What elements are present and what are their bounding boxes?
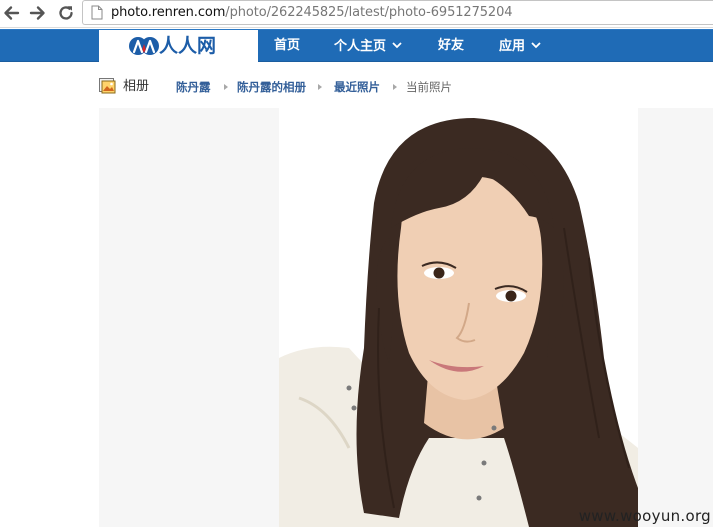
site-header: 人人网 首页 个人主页 好友 应用 — [0, 29, 713, 62]
page-icon — [91, 5, 103, 24]
watermark: www.wooyun.org — [578, 507, 711, 525]
nav-apps[interactable]: 应用 — [499, 30, 541, 62]
nav-home-label: 首页 — [274, 38, 301, 53]
photo-image[interactable] — [279, 108, 638, 527]
back-arrow-icon[interactable] — [0, 2, 22, 24]
breadcrumb-separator-icon — [393, 84, 397, 90]
chevron-down-icon — [531, 30, 541, 62]
forward-arrow-icon[interactable] — [27, 2, 49, 24]
nav-apps-label: 应用 — [499, 39, 526, 54]
breadcrumb-separator-icon — [318, 84, 322, 90]
browser-toolbar: photo.renren.com/photo/262245825/latest/… — [0, 0, 713, 28]
site-logo[interactable]: 人人网 — [99, 30, 258, 62]
album-icon — [99, 78, 116, 98]
breadcrumb: 相册 陈丹露 陈丹露的相册 最近照片 当前照片 — [0, 76, 713, 98]
breadcrumb-user-albums[interactable]: 陈丹露的相册 — [237, 80, 306, 95]
url-path: /photo/262245825/latest/photo-6951275204 — [225, 5, 513, 20]
breadcrumb-recent-photos[interactable]: 最近照片 — [334, 80, 380, 95]
nav-friends-label: 好友 — [438, 38, 465, 53]
breadcrumb-current-photo: 当前照片 — [406, 80, 452, 94]
renren-logo-icon — [129, 34, 159, 62]
chevron-down-icon — [392, 30, 402, 62]
breadcrumb-separator-icon — [224, 84, 228, 90]
breadcrumb-user[interactable]: 陈丹露 — [176, 80, 211, 95]
reload-icon[interactable] — [55, 2, 77, 24]
photo-viewer — [99, 108, 713, 527]
address-bar[interactable]: photo.renren.com/photo/262245825/latest/… — [82, 0, 713, 25]
nav-home[interactable]: 首页 — [274, 30, 300, 62]
nav-profile-label: 个人主页 — [334, 39, 387, 54]
breadcrumb-title: 相册 — [123, 79, 150, 94]
url-text: photo.renren.com/photo/262245825/latest/… — [111, 4, 513, 21]
nav-profile[interactable]: 个人主页 — [334, 30, 402, 62]
site-logo-text: 人人网 — [159, 35, 217, 57]
nav-friends[interactable]: 好友 — [438, 30, 464, 62]
url-host: photo.renren.com — [111, 5, 226, 20]
